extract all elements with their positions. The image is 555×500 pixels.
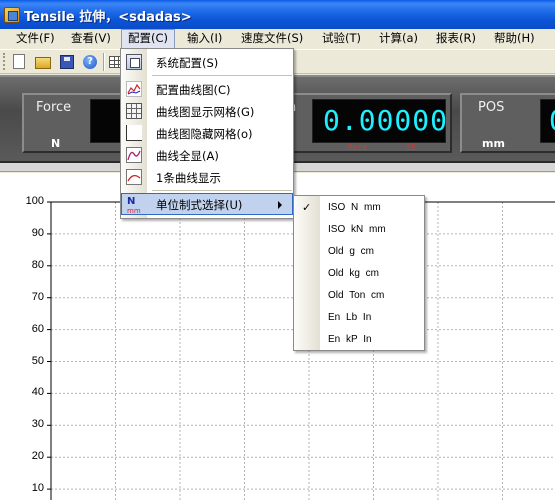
- center-value: 0.00000: [323, 104, 449, 137]
- y-tick-label: 30: [31, 418, 44, 431]
- menu-test[interactable]: 试验(T): [316, 29, 367, 49]
- title-bar[interactable]: Tensile 拉伸，<sdadas>: [0, 0, 555, 29]
- full-curve-icon: [126, 147, 142, 163]
- center-meter: n 0.00000 Rate 25: [280, 93, 452, 153]
- menu-input[interactable]: 输入(I): [181, 29, 228, 49]
- menu-item-label: 曲线图隐藏网格(o): [156, 127, 253, 141]
- y-tick-label: 40: [31, 386, 44, 399]
- unit-option-label: En Lb In: [328, 312, 372, 323]
- unit-option-old-g-cm[interactable]: Old g cm: [294, 241, 424, 263]
- rate-value: 25: [406, 143, 416, 152]
- center-display: 0.00000: [312, 99, 449, 143]
- y-tick-label: 60: [31, 322, 44, 335]
- menu-item-label: 单位制式选择(U): [156, 198, 243, 212]
- save-button[interactable]: [58, 53, 76, 71]
- unit-option-old-ton-cm[interactable]: Old Ton cm: [294, 285, 424, 307]
- pos-value: 0: [549, 104, 555, 137]
- rate-label: Rate: [348, 143, 368, 152]
- menu-item-unit-system[interactable]: Nmm 单位制式选择(U): [121, 193, 293, 215]
- menu-view[interactable]: 查看(V): [65, 29, 117, 49]
- new-file-button[interactable]: [10, 53, 28, 71]
- menu-item-label: 曲线全显(A): [156, 149, 219, 163]
- menu-item-label: 系统配置(S): [156, 56, 219, 70]
- y-tick-label: 10: [31, 482, 44, 495]
- menu-config[interactable]: 配置(C): [121, 29, 176, 49]
- save-icon: [60, 55, 74, 69]
- menu-separator: [152, 190, 292, 191]
- window-title: Tensile 拉伸，<sdadas>: [24, 10, 192, 25]
- unit-option-iso-kn-mm[interactable]: ISO kN mm: [294, 219, 424, 241]
- unit-option-label: En kP In: [328, 334, 372, 345]
- menu-item-one-curve[interactable]: 1条曲线显示: [121, 166, 293, 188]
- y-tick-label: 100: [25, 195, 44, 207]
- app-window: Tensile 拉伸，<sdadas> 文件(F) 查看(V) 配置(C) 输入…: [0, 0, 555, 500]
- chart-area[interactable]: 100 90 80 70 60 50 40 30 20 10: [0, 173, 555, 500]
- unit-option-en-kp-in[interactable]: En kP In: [294, 329, 424, 351]
- checkmark-icon: ✓: [302, 201, 312, 214]
- one-curve-icon: [126, 169, 142, 185]
- menu-item-show-grid[interactable]: 曲线图显示网格(G): [121, 100, 293, 122]
- unit-submenu: ✓ ISO N mm ISO kN mm Old g cm Old kg cm …: [293, 195, 425, 351]
- menu-speed-file[interactable]: 速度文件(S): [235, 29, 309, 49]
- menu-report[interactable]: 报表(R): [430, 29, 482, 49]
- menu-item-full-curve[interactable]: 曲线全显(A): [121, 144, 293, 166]
- menu-item-label: 配置曲线图(C): [156, 83, 231, 97]
- toolbar-grip[interactable]: [3, 53, 6, 70]
- unit-option-label: Old g cm: [328, 246, 375, 257]
- unit-option-old-kg-cm[interactable]: Old kg cm: [294, 263, 424, 285]
- menu-help[interactable]: 帮助(H): [488, 29, 541, 49]
- menu-item-hide-grid[interactable]: 曲线图隐藏网格(o): [121, 122, 293, 144]
- hide-grid-icon: [126, 125, 142, 141]
- open-folder-icon: [35, 57, 51, 69]
- menu-item-label: 1条曲线显示: [156, 171, 221, 185]
- unit-option-label: ISO kN mm: [328, 224, 386, 235]
- unit-system-icon: Nmm: [127, 196, 141, 216]
- y-tick-label: 20: [31, 450, 44, 463]
- force-unit: N: [51, 137, 61, 150]
- force-label: Force: [36, 100, 72, 115]
- y-tick-label: 90: [31, 226, 44, 239]
- help-button[interactable]: ?: [81, 53, 99, 71]
- app-icon: [4, 7, 20, 23]
- curve-config-icon: [126, 81, 142, 97]
- unit-option-iso-n-mm[interactable]: ✓ ISO N mm: [294, 197, 424, 219]
- new-file-icon: [13, 54, 25, 69]
- open-button[interactable]: [34, 53, 52, 71]
- y-tick-label: 50: [31, 354, 44, 367]
- menu-file[interactable]: 文件(F): [10, 29, 61, 49]
- unit-option-label: Old kg cm: [328, 268, 380, 279]
- y-tick-label: 80: [31, 258, 44, 271]
- pos-unit: mm: [482, 137, 505, 150]
- menu-item-label: 曲线图显示网格(G): [156, 105, 255, 119]
- unit-option-label: ISO N mm: [328, 202, 381, 213]
- pos-label: POS: [478, 100, 505, 115]
- y-tick-label: 70: [31, 290, 44, 303]
- system-config-icon: [126, 54, 142, 70]
- show-grid-icon: [126, 103, 142, 119]
- submenu-arrow-icon: [278, 201, 282, 209]
- pos-display: 0: [540, 99, 555, 143]
- config-menu: 系统配置(S) 配置曲线图(C) 曲线图显示网格(G) 曲线图隐藏网格(o) 曲…: [120, 48, 294, 219]
- menu-item-curve-config[interactable]: 配置曲线图(C): [121, 78, 293, 100]
- menu-item-system-config[interactable]: 系统配置(S): [121, 51, 293, 73]
- unit-option-en-lb-in[interactable]: En Lb In: [294, 307, 424, 329]
- menu-bar: 文件(F) 查看(V) 配置(C) 输入(I) 速度文件(S) 试验(T) 计算…: [0, 29, 555, 49]
- toolbar-separator: [103, 53, 105, 71]
- chart-plot: [47, 201, 555, 500]
- pos-meter: POS mm 0: [460, 93, 555, 153]
- force-meter: Force N: [22, 93, 130, 153]
- help-icon: ?: [83, 55, 97, 69]
- unit-option-label: Old Ton cm: [328, 290, 385, 301]
- menu-calculate[interactable]: 计算(a): [373, 29, 424, 49]
- menu-separator: [152, 75, 292, 76]
